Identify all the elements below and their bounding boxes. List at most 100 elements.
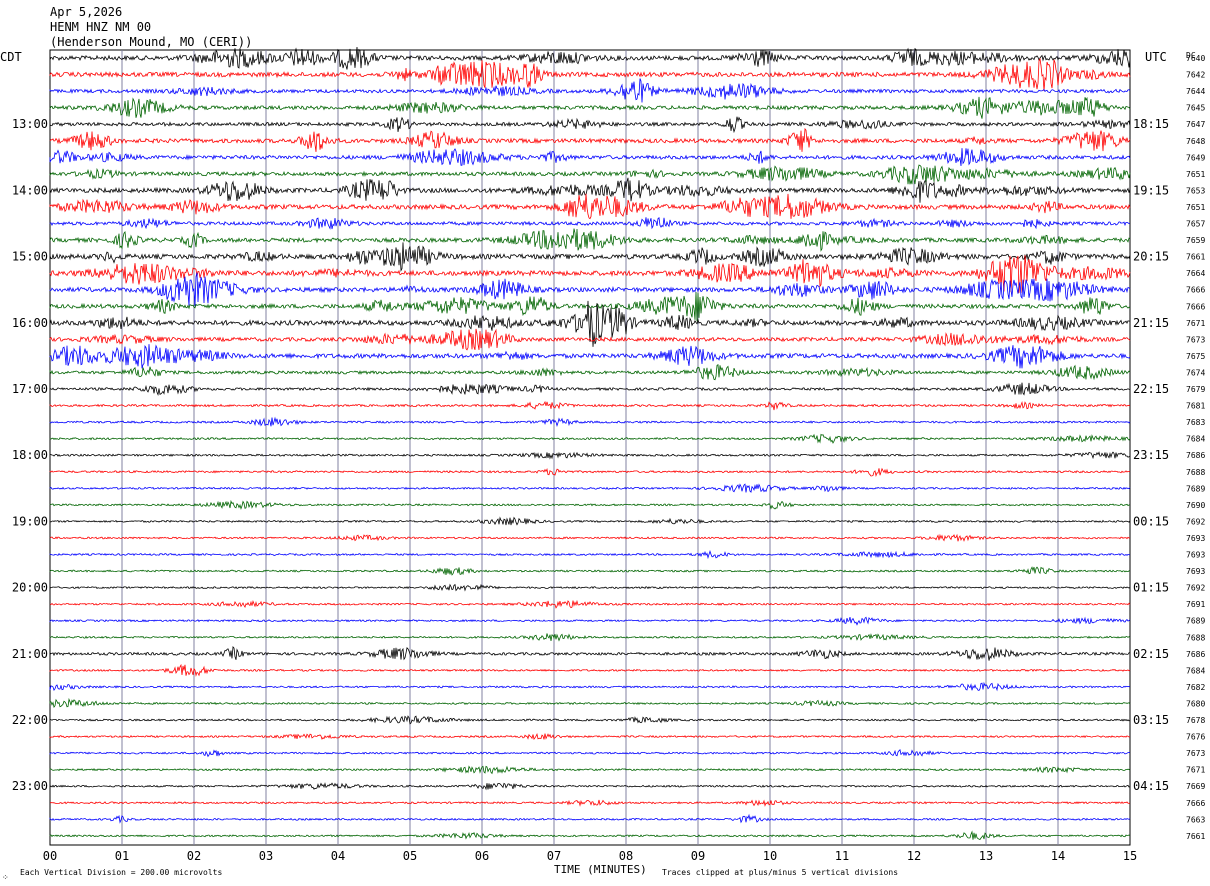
- dc-offset-label: 7657: [1186, 220, 1205, 229]
- dc-offset-label: 7688: [1186, 468, 1205, 477]
- seismic-trace-line: [49, 467, 1131, 478]
- seismic-trace-line: [49, 433, 1131, 444]
- seismic-trace-line: [49, 813, 1131, 824]
- dc-offset-label: 7688: [1186, 633, 1205, 642]
- x-tick-label: 15: [1123, 849, 1137, 863]
- dc-offset-label: 7675: [1186, 352, 1205, 361]
- footer-scale: Each Vertical Division = 200.00 microvol…: [20, 868, 222, 877]
- x-tick-label: 07: [547, 849, 561, 863]
- seismic-trace-line: [49, 127, 1131, 152]
- x-tick-label: 06: [475, 849, 489, 863]
- seismic-trace-line: [49, 799, 1131, 807]
- left-timezone: CDT: [0, 50, 22, 64]
- dc-offset-label: 7691: [1186, 600, 1205, 609]
- right-hour-label: 19:15: [1133, 183, 1169, 197]
- seismic-trace-line: [49, 78, 1131, 103]
- dc-offset-label: 7664: [1186, 269, 1205, 278]
- x-tick-label: 09: [691, 849, 705, 863]
- seismic-trace-line: [49, 382, 1131, 397]
- seismic-traces: [49, 46, 1131, 840]
- dc-offset-label: 7693: [1186, 534, 1205, 543]
- helicorder-plot: 00 01 02 03 04 05 06 07 08 09 10 11 12 13 14 1576407642…: [0, 5, 1205, 882]
- header-station: HENM HNZ NM 00: [50, 20, 151, 34]
- x-tick-label: 11: [835, 849, 849, 863]
- dc-offset-label: 7649: [1186, 153, 1205, 162]
- right-hour-label: 01:15: [1133, 581, 1169, 595]
- x-tick-label: 01: [115, 849, 129, 863]
- dc-offset-label: 7651: [1186, 170, 1205, 179]
- dc-offset-label: 7683: [1186, 418, 1205, 427]
- right-hour-label: 02:15: [1133, 647, 1169, 661]
- dc-offset-label: 7661: [1186, 832, 1205, 841]
- dc-offset-label: 7642: [1186, 71, 1205, 80]
- seismic-trace-line: [49, 363, 1131, 381]
- dc-offset-label: 7684: [1186, 666, 1205, 675]
- left-hour-label: 14:00: [12, 183, 48, 197]
- seismic-trace-line: [49, 400, 1131, 411]
- seismic-trace-line: [49, 57, 1131, 91]
- seismic-trace-line: [49, 645, 1131, 661]
- dc-offset-label: 7666: [1186, 799, 1205, 808]
- left-hour-label: 22:00: [12, 713, 48, 727]
- seismic-trace-line: [49, 272, 1131, 307]
- x-tick-label: 00: [43, 849, 57, 863]
- left-hour-label: 16:00: [12, 316, 48, 330]
- x-tick-label: 13: [979, 849, 993, 863]
- dc-offset-label: 7682: [1186, 683, 1205, 692]
- right-timezone: UTC: [1145, 50, 1167, 64]
- seismic-trace-line: [49, 550, 1131, 560]
- dc-offset-label: 7673: [1186, 749, 1205, 758]
- dc-offset-label: 7684: [1186, 435, 1205, 444]
- seismic-trace-line: [49, 96, 1131, 119]
- x-tick-label: 12: [907, 849, 921, 863]
- right-hour-label: 23:15: [1133, 448, 1169, 462]
- seismic-trace-line: [49, 255, 1131, 293]
- dc-offset-label: 7693: [1186, 551, 1205, 560]
- dc-offset-label: 7676: [1186, 733, 1205, 742]
- dc-offset-label: 7689: [1186, 617, 1205, 626]
- seismic-trace-line: [49, 697, 1131, 709]
- x-tick-label: 10: [763, 849, 777, 863]
- seismic-trace-line: [49, 483, 1131, 493]
- x-tick-label: 02: [187, 849, 201, 863]
- dc-offset-label: 7671: [1186, 766, 1205, 775]
- seismic-trace-line: [49, 344, 1131, 369]
- dc-offset-label: 7686: [1186, 650, 1205, 659]
- dc-offset-label: 7645: [1186, 104, 1205, 113]
- seismic-trace-line: [49, 499, 1131, 510]
- dc-offset-label: 7680: [1186, 699, 1205, 708]
- seismic-trace-line: [49, 116, 1131, 134]
- right-hour-label: 21:15: [1133, 316, 1169, 330]
- left-hour-label: 15:00: [12, 250, 48, 264]
- corner-mark: ⁘: [2, 873, 9, 882]
- dc-offset-label: 7690: [1186, 501, 1205, 510]
- seismic-trace-line: [49, 633, 1131, 642]
- right-hour-label: 04:15: [1133, 779, 1169, 793]
- dc-offset-label: 7674: [1186, 368, 1205, 377]
- dc-offset-label: 7647: [1186, 120, 1205, 129]
- dc-offset-label: 7671: [1186, 319, 1205, 328]
- dc-offset-label: 7692: [1186, 517, 1205, 526]
- header-location: (Henderson Mound, MO (CERI)): [50, 35, 252, 49]
- dc-offset-label: 7663: [1186, 815, 1205, 824]
- seismic-trace-line: [49, 148, 1131, 167]
- dc-offset-label: 7681: [1186, 402, 1205, 411]
- dc-offset-label: 7689: [1186, 484, 1205, 493]
- right-hour-label: 18:15: [1133, 117, 1169, 131]
- dc-offset-label: 7651: [1186, 203, 1205, 212]
- seismic-trace-line: [49, 748, 1131, 758]
- header-date: Apr 5,2026: [50, 5, 122, 19]
- seismic-trace-line: [49, 715, 1131, 725]
- seismic-trace-line: [49, 681, 1131, 692]
- seismic-trace-line: [49, 782, 1131, 791]
- left-hour-label: 20:00: [12, 581, 48, 595]
- seismic-trace-line: [49, 566, 1131, 576]
- dc-offset-label: 7648: [1186, 137, 1205, 146]
- grid: [49, 49, 1131, 846]
- dc-offset-label: 7659: [1186, 236, 1205, 245]
- seismic-trace-line: [49, 416, 1131, 427]
- seismic-trace-line: [49, 242, 1131, 273]
- seismic-trace-line: [49, 663, 1131, 677]
- dc-offset-label: 7644: [1186, 87, 1205, 96]
- dc-offset-label: 7679: [1186, 385, 1205, 394]
